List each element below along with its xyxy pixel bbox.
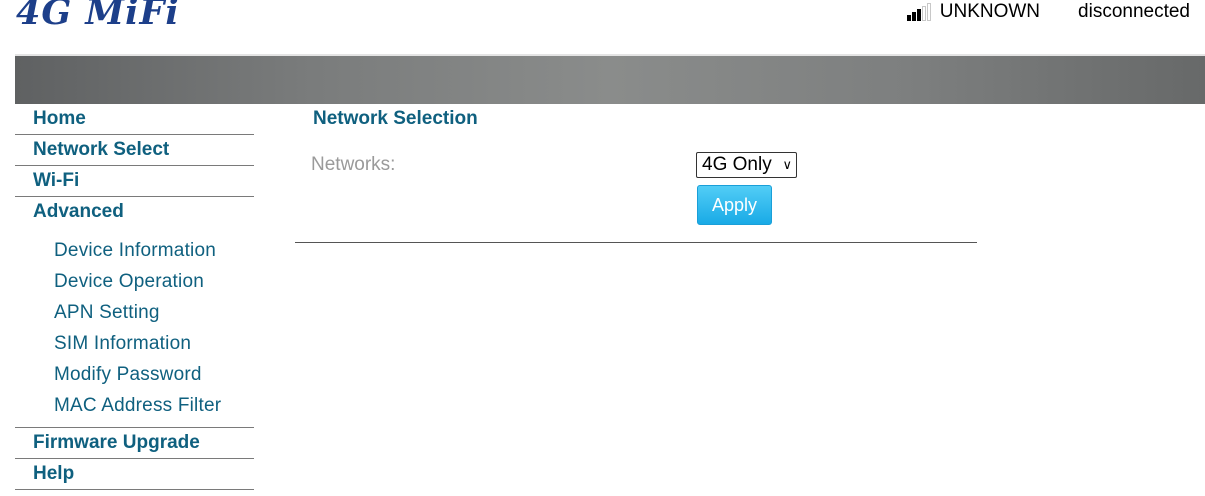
operator-name: UNKNOWN: [939, 1, 1041, 22]
sidebar-item-firmware-upgrade[interactable]: Firmware Upgrade: [15, 428, 254, 459]
status-area: UNKNOWN disconnected: [906, 1, 1190, 23]
signal-bar: [926, 3, 931, 21]
sidebar-item-sim-information[interactable]: SIM Information: [15, 328, 254, 359]
signal-bar: [906, 15, 911, 21]
signal-bar: [916, 9, 921, 21]
sidebar-item-device-information[interactable]: Device Information: [15, 235, 254, 266]
sidebar: Home Network Select Wi-Fi Advanced Devic…: [15, 104, 254, 490]
sidebar-item-help[interactable]: Help: [15, 459, 254, 490]
signal-bar: [921, 6, 926, 21]
signal-strength-icon: [906, 3, 931, 21]
sidebar-item-advanced[interactable]: Advanced: [15, 197, 254, 227]
top-header: 4G MiFi UNKNOWN disconnected: [0, 0, 1205, 56]
connection-status: disconnected: [1078, 1, 1190, 22]
page-title: Network Selection: [313, 108, 478, 129]
sidebar-item-modify-password[interactable]: Modify Password: [15, 359, 254, 390]
sidebar-item-network-select[interactable]: Network Select: [15, 135, 254, 166]
chevron-down-icon: ∨: [782, 157, 792, 172]
sidebar-item-home[interactable]: Home: [15, 104, 254, 135]
sidebar-item-mac-address-filter[interactable]: MAC Address Filter: [15, 390, 254, 421]
sidebar-item-apn-setting[interactable]: APN Setting: [15, 297, 254, 328]
header-banner: [15, 56, 1205, 104]
signal-bar: [911, 12, 916, 21]
sidebar-item-wifi[interactable]: Wi-Fi: [15, 166, 254, 197]
advanced-submenu: Device Information Device Operation APN …: [15, 227, 254, 428]
sidebar-item-device-operation[interactable]: Device Operation: [15, 266, 254, 297]
networks-label: Networks:: [311, 154, 396, 175]
apply-button[interactable]: Apply: [697, 185, 772, 225]
networks-select-value: 4G Only: [702, 154, 772, 175]
networks-select[interactable]: 4G Only ∨: [696, 152, 797, 178]
logo: 4G MiFi: [16, 0, 180, 33]
content-divider: [295, 242, 977, 243]
